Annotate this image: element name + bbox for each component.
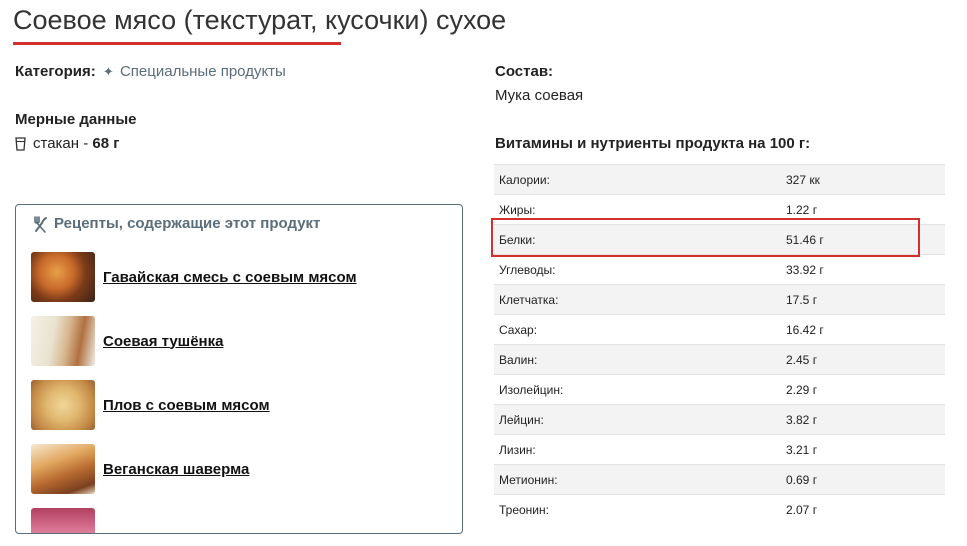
nutrient-name: Треонин: (494, 494, 786, 524)
nutrient-value: 51.46 г (786, 224, 945, 255)
nutrient-value: 3.21 г (786, 434, 945, 465)
title-underline (13, 42, 341, 45)
measure-unit: стакан (33, 135, 80, 152)
table-row: Калории: 327 кк (494, 164, 945, 195)
nutrient-value: 0.69 г (786, 464, 945, 495)
recipe-item[interactable]: Плов с соевым мясом (31, 380, 270, 430)
measure-separator: - (79, 135, 93, 152)
utensils-icon (32, 215, 49, 233)
table-row: Белки: 51.46 г (494, 224, 945, 255)
recipe-link[interactable]: Соевая тушёнка (103, 333, 223, 350)
nutrient-name: Жиры: (494, 194, 786, 225)
recipe-item[interactable]: Веганская шаверма (31, 444, 249, 494)
recipes-header-text: Рецепты, содержащие этот продукт (54, 215, 321, 232)
recipe-item[interactable]: Соевая тушёнка (31, 316, 223, 366)
table-row: Жиры: 1.22 г (494, 194, 945, 225)
recipes-header: Рецепты, содержащие этот продукт (32, 214, 320, 234)
category-link[interactable]: Специальные продукты (120, 63, 286, 80)
table-row: Метионин: 0.69 г (494, 464, 945, 495)
nutrient-value: 2.07 г (786, 494, 945, 524)
recipe-thumbnail[interactable] (31, 316, 95, 366)
composition-value: Мука соевая (495, 87, 584, 104)
nutrient-value: 17.5 г (786, 284, 945, 315)
nutrient-name: Клетчатка: (494, 284, 786, 315)
nutrient-name: Лейцин: (494, 404, 786, 435)
table-row: Углеводы: 33.92 г (494, 254, 945, 285)
recipe-thumbnail[interactable] (31, 252, 95, 302)
nutrient-value: 2.45 г (786, 344, 945, 375)
measure-line: стакан - 68 г (15, 134, 120, 154)
nutrient-value: 327 кк (786, 164, 945, 195)
nutrient-name: Лизин: (494, 434, 786, 465)
nutrient-name: Сахар: (494, 314, 786, 345)
recipe-link[interactable]: Веганская шаверма (103, 461, 249, 478)
table-row: Валин: 2.45 г (494, 344, 945, 375)
recipe-item[interactable]: Гавайская смесь с соевым мясом (31, 252, 357, 302)
nutrient-name: Метионин: (494, 464, 786, 495)
composition-title: Состав: (495, 63, 554, 80)
table-row: Лизин: 3.21 г (494, 434, 945, 465)
nutrients-title: Витамины и нутриенты продукта на 100 г: (495, 135, 811, 152)
measure-amount: 68 г (92, 135, 120, 152)
nutrient-name: Изолейцин: (494, 374, 786, 405)
nutrients-table: Калории: 327 кк Жиры: 1.22 г Белки: 51.46 г… (494, 164, 945, 524)
table-row: Сахар: 16.42 г (494, 314, 945, 345)
nutrient-name: Белки: (494, 224, 786, 255)
page-title: Соевое мясо (текстурат, кусочки) сухое (13, 5, 507, 35)
recipe-thumbnail[interactable] (31, 380, 95, 430)
nutrient-name: Углеводы: (494, 254, 786, 285)
category-label: Категория: (15, 63, 96, 80)
nutrient-value: 33.92 г (786, 254, 945, 285)
category-line: Категория: ✦ Специальные продукты (15, 62, 286, 82)
nutrient-name: Валин: (494, 344, 786, 375)
recipes-panel: Рецепты, содержащие этот продукт Гавайск… (15, 204, 463, 534)
glass-icon (15, 137, 26, 151)
nutrient-value: 3.82 г (786, 404, 945, 435)
table-row: Клетчатка: 17.5 г (494, 284, 945, 315)
table-row: Треонин: 2.07 г (494, 494, 945, 524)
sparkle-icon: ✦ (102, 64, 114, 79)
nutrient-value: 16.42 г (786, 314, 945, 345)
recipe-item[interactable] (31, 508, 103, 533)
nutrient-value: 2.29 г (786, 374, 945, 405)
recipe-link[interactable]: Гавайская смесь с соевым мясом (103, 269, 357, 286)
table-row: Лейцин: 3.82 г (494, 404, 945, 435)
table-row: Изолейцин: 2.29 г (494, 374, 945, 405)
recipe-thumbnail[interactable] (31, 508, 95, 533)
nutrient-value: 1.22 г (786, 194, 945, 225)
recipe-thumbnail[interactable] (31, 444, 95, 494)
recipe-link[interactable]: Плов с соевым мясом (103, 397, 270, 414)
measures-title: Мерные данные (15, 111, 137, 128)
nutrient-name: Калории: (494, 164, 786, 195)
